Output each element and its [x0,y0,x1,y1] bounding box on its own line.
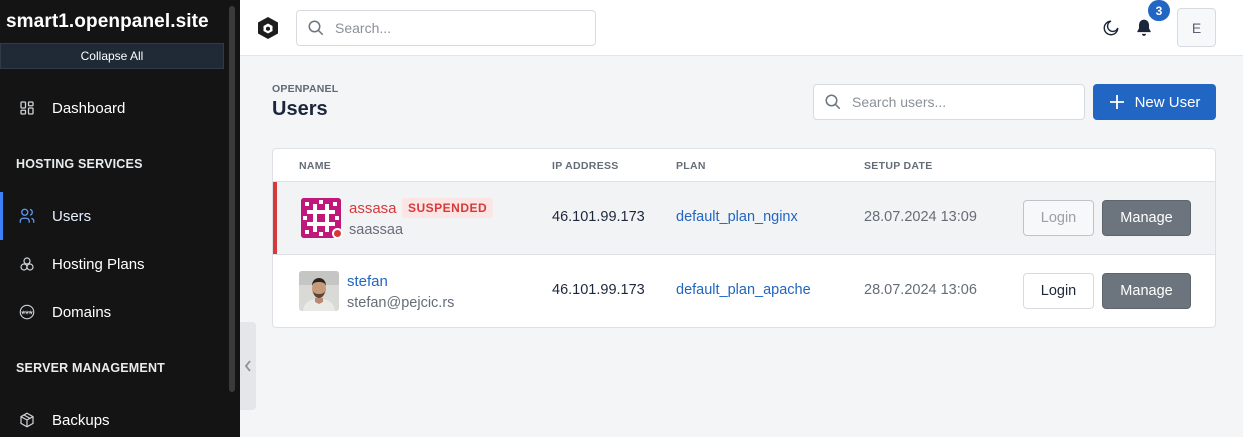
search-icon [825,94,841,110]
username[interactable]: stefan [347,273,388,290]
login-button[interactable]: Login [1023,200,1094,236]
new-user-label: New User [1134,93,1201,111]
sidebar-item-label: Backups [52,411,110,429]
page-pretitle: OPENPANEL [272,83,339,95]
users-search-input[interactable] [852,94,1072,110]
setup-date: 28.07.2024 13:06 [864,282,977,298]
sidebar-item-dashboard[interactable]: Dashboard [0,84,224,132]
top-bar: 3 E [240,0,1243,56]
dashboard-icon [20,101,34,115]
new-user-button[interactable]: New User [1093,84,1216,120]
bell-icon[interactable] [1134,18,1154,43]
username[interactable]: assasa [349,200,397,217]
column-header-setup-date[interactable]: SETUP DATE [864,160,933,172]
collapse-all-button[interactable]: Collapse All [0,43,224,69]
ip-address: 46.101.99.173 [552,282,645,298]
notification-badge: 3 [1148,0,1170,21]
openpanel-logo[interactable] [258,17,278,44]
stack-icon [20,257,34,271]
avatar [299,271,339,311]
sidebar-collapse-handle[interactable] [240,322,256,410]
table-row: assasa SUSPENDED saassaa 46.101.99.173 d… [273,181,1215,255]
user-email: saassaa [349,222,404,238]
sidebar-item-users[interactable]: Users [0,192,224,240]
login-button[interactable]: Login [1023,273,1094,309]
column-header-plan[interactable]: PLAN [676,160,706,172]
users-table: NAME IP ADDRESS PLAN SETUP DATE assasa S… [272,148,1216,328]
sidebar-item-hosting-plans[interactable]: Hosting Plans [0,240,224,288]
section-hosting-services: HOSTING SERVICES [16,157,143,171]
plan-link[interactable]: default_plan_nginx [676,209,798,225]
sidebar-item-label: Hosting Plans [52,255,145,273]
moon-icon[interactable] [1102,19,1120,42]
column-header-name[interactable]: NAME [299,160,331,172]
user-email: stefan@pejcic.rs [347,295,455,311]
chevron-left-icon [244,360,251,372]
manage-button[interactable]: Manage [1102,200,1191,236]
ip-address: 46.101.99.173 [552,209,645,225]
search-icon [308,20,324,36]
site-title[interactable]: smart1.openpanel.site [6,11,209,33]
manage-button[interactable]: Manage [1102,273,1191,309]
table-row: stefan stefan@pejcic.rs 46.101.99.173 de… [273,254,1215,327]
users-search[interactable] [813,84,1085,120]
setup-date: 28.07.2024 13:09 [864,209,977,225]
plus-icon [1109,95,1124,109]
sidebar-item-label: Domains [52,303,112,321]
sidebar: smart1.openpanel.site Collapse All Dashb… [0,0,240,437]
www-icon [19,304,35,320]
section-server-management: SERVER MANAGEMENT [16,361,166,375]
sidebar-item-label: Dashboard [52,99,126,117]
plan-link[interactable]: default_plan_apache [676,282,811,298]
global-search-input[interactable] [335,20,555,36]
page-title: Users [272,98,328,120]
users-icon [19,208,35,223]
sidebar-item-backups[interactable]: Backups [0,396,224,437]
global-search[interactable] [296,10,596,46]
status-badge: SUSPENDED [402,198,494,218]
status-indicator [332,228,343,239]
box-icon [20,412,34,428]
column-header-ip[interactable]: IP ADDRESS [552,160,619,172]
sidebar-scrollbar[interactable] [229,6,235,392]
sidebar-item-domains[interactable]: Domains [0,288,224,336]
sidebar-item-label: Users [52,207,92,225]
user-avatar-button[interactable]: E [1177,8,1216,47]
